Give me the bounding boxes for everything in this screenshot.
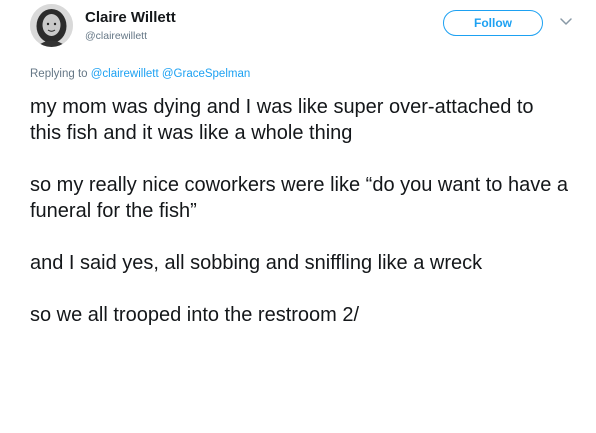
tweet-paragraph: my mom was dying and I was like super ov… — [30, 96, 534, 144]
reply-prefix: Replying to — [30, 68, 88, 80]
follow-button[interactable]: Follow — [443, 10, 543, 36]
user-handle[interactable]: @clairewillett — [85, 30, 147, 42]
more-menu-button[interactable] — [559, 15, 573, 27]
reply-mention[interactable]: @clairewillett — [91, 68, 159, 80]
avatar[interactable] — [30, 4, 73, 47]
tweet-paragraph: so my really nice coworkers were like “d… — [30, 174, 569, 222]
reply-context: Replying to @clairewillett @GraceSpelman — [30, 68, 250, 80]
reply-mention[interactable]: @GraceSpelman — [162, 68, 250, 80]
user-name[interactable]: Claire Willett — [85, 9, 176, 26]
tweet-card: Claire Willett @clairewillett Follow Rep… — [0, 0, 596, 433]
tweet-paragraph: and I said yes, all sobbing and snifflin… — [30, 252, 483, 274]
avatar-portrait-icon — [30, 4, 73, 47]
tweet-paragraph: so we all trooped into the restroom 2/ — [30, 304, 360, 326]
tweet-text: my mom was dying and I was like super ov… — [30, 94, 570, 328]
chevron-down-icon — [560, 18, 572, 25]
